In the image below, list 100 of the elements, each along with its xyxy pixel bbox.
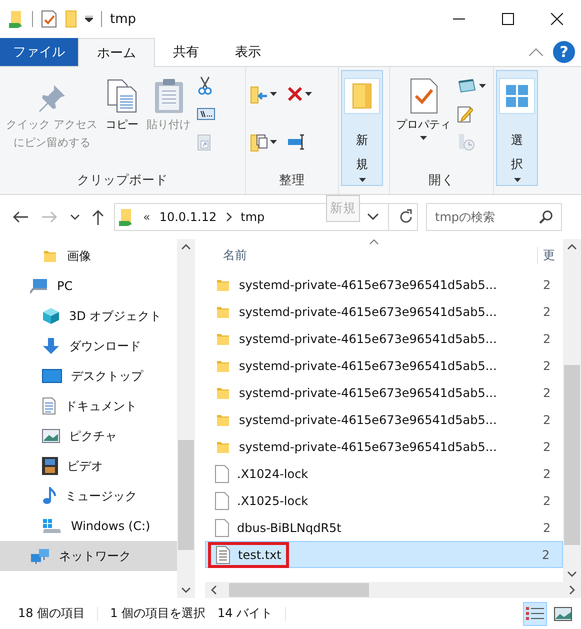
scroll-down-icon[interactable]	[567, 571, 577, 577]
delete-icon	[287, 86, 303, 102]
breadcrumb[interactable]: 10.0.1.12	[159, 210, 217, 224]
dropdown-icon[interactable]	[85, 16, 93, 22]
folder-arrow-icon	[250, 84, 268, 104]
scroll-up-icon[interactable]	[567, 244, 577, 250]
column-header[interactable]: 名前	[223, 246, 537, 264]
table-cell-text: 2	[542, 466, 552, 480]
scrollbar[interactable]	[177, 239, 195, 598]
file-row[interactable]: systemd-private-4615e673e96541d5ab5... 2	[205, 271, 563, 298]
file-tab[interactable]: ファイル	[0, 38, 78, 66]
folder-icon	[8, 10, 24, 28]
table-cell-text: 2	[542, 440, 552, 454]
ribbon-tab[interactable]: ホーム	[78, 38, 155, 67]
select-button[interactable]: 選択	[496, 70, 538, 186]
file-icon	[215, 492, 229, 510]
file-row[interactable]: dbus-BiBLNqdR5t 2	[205, 514, 563, 541]
table-cell-text: 2	[542, 494, 552, 508]
window-title: tmp	[110, 12, 136, 26]
file-row[interactable]: systemd-private-4615e673e96541d5ab5... 2	[205, 433, 563, 460]
details-view-button[interactable]	[523, 602, 547, 626]
clipboard-icon	[154, 78, 184, 114]
nav-item[interactable]: ミュージック	[0, 481, 177, 511]
scroll-left-icon[interactable]	[211, 585, 217, 595]
properties-button[interactable]: プロパティ	[394, 70, 453, 142]
grid-icon	[505, 84, 529, 108]
nav-item[interactable]: ビデオ	[0, 451, 177, 481]
delete-button[interactable]	[287, 84, 312, 104]
chevron-right-icon[interactable]	[226, 212, 232, 222]
file-name: systemd-private-4615e673e96541d5ab5...	[239, 386, 497, 400]
document-icon	[42, 397, 56, 415]
history-icon	[457, 133, 475, 151]
help-button[interactable]: ?	[553, 41, 575, 63]
group-label: クリップボード	[76, 172, 169, 189]
ribbon-tab[interactable]: 共有	[155, 38, 217, 66]
table-cell-text: 2	[542, 386, 552, 400]
table-cell-text: 2	[542, 332, 552, 346]
collapse-icon[interactable]	[529, 48, 543, 56]
nav-item[interactable]: Windows (C:)	[0, 511, 177, 541]
move-to-button[interactable]	[250, 84, 277, 104]
edit-icon	[457, 105, 473, 123]
file-row[interactable]: systemd-private-4615e673e96541d5ab5... 2	[205, 325, 563, 352]
file-row[interactable]: systemd-private-4615e673e96541d5ab5... 2	[205, 352, 563, 379]
search-field[interactable]: tmpの検索	[426, 203, 562, 231]
breadcrumb[interactable]: tmp	[240, 210, 265, 224]
up-arrow-icon[interactable]	[92, 209, 104, 225]
notepad-icon	[457, 78, 477, 94]
file-name: dbus-BiBLNqdR5t	[237, 520, 342, 534]
scroll-up-icon[interactable]	[181, 244, 191, 250]
chevron-down-icon[interactable]	[367, 213, 379, 221]
nav-item[interactable]: ピクチャ	[0, 421, 177, 451]
file-row[interactable]: test.txt 2	[205, 541, 563, 568]
file-row[interactable]: systemd-private-4615e673e96541d5ab5... 2	[205, 379, 563, 406]
scroll-right-icon[interactable]	[569, 585, 575, 595]
scroll-down-icon[interactable]	[181, 587, 191, 593]
file-row[interactable]: systemd-private-4615e673e96541d5ab5... 2	[205, 298, 563, 325]
nav-item[interactable]: 3D オブジェクト	[0, 301, 177, 331]
rename-icon	[287, 132, 307, 152]
scrollbar[interactable]	[205, 582, 581, 598]
folder-icon	[42, 248, 58, 264]
copy-to-button[interactable]	[250, 132, 277, 152]
file-name: test.txt	[238, 548, 282, 562]
nav-item[interactable]: ドキュメント	[0, 391, 177, 421]
file-row[interactable]: .X1025-lock 2	[205, 487, 563, 514]
selection-size: 14 バイト	[218, 605, 273, 622]
copy-button[interactable]: コピー	[104, 70, 140, 136]
path-icon	[196, 108, 214, 120]
cube-icon	[42, 307, 60, 325]
table-cell-text: 2	[542, 278, 552, 292]
new-button[interactable]: 新規	[341, 70, 383, 186]
nav-item[interactable]: ダウンロード	[0, 331, 177, 361]
scissors-icon	[196, 76, 212, 96]
file-name: systemd-private-4615e673e96541d5ab5...	[239, 412, 497, 426]
folder-pages-icon	[250, 132, 268, 152]
checkmark-document-icon[interactable]	[41, 10, 57, 28]
overflow-chevron[interactable]: «	[143, 210, 150, 224]
file-name: systemd-private-4615e673e96541d5ab5...	[239, 304, 497, 318]
scrollbar[interactable]	[563, 239, 581, 582]
selection-count: 1 個の項目を選択	[110, 605, 206, 622]
network-icon	[30, 548, 50, 564]
table-cell-text: 2	[541, 548, 551, 562]
cut-button[interactable]	[196, 76, 214, 96]
file-row[interactable]: .X1024-lock 2	[205, 460, 563, 487]
copy-icon	[106, 78, 138, 114]
nav-item[interactable]: 画像	[0, 241, 177, 271]
file-name: .X1024-lock	[237, 466, 308, 480]
nav-item[interactable]: デスクトップ	[0, 361, 177, 391]
table-cell-text: 2	[542, 520, 552, 534]
landscape-icon	[42, 429, 60, 443]
refresh-icon[interactable]	[398, 209, 414, 225]
ribbon-tab[interactable]: 表示	[217, 38, 279, 66]
table-cell-text: 2	[542, 304, 552, 318]
music-note-icon	[42, 487, 56, 505]
back-icon[interactable]	[12, 211, 28, 223]
down-arrow-icon	[42, 337, 60, 355]
chevron-down-icon[interactable]	[70, 214, 80, 220]
nav-item[interactable]: PC	[0, 271, 177, 301]
group-label: 開く	[428, 172, 456, 189]
file-row[interactable]: systemd-private-4615e673e96541d5ab5... 2	[205, 406, 563, 433]
nav-item[interactable]: ネットワーク	[0, 541, 177, 571]
